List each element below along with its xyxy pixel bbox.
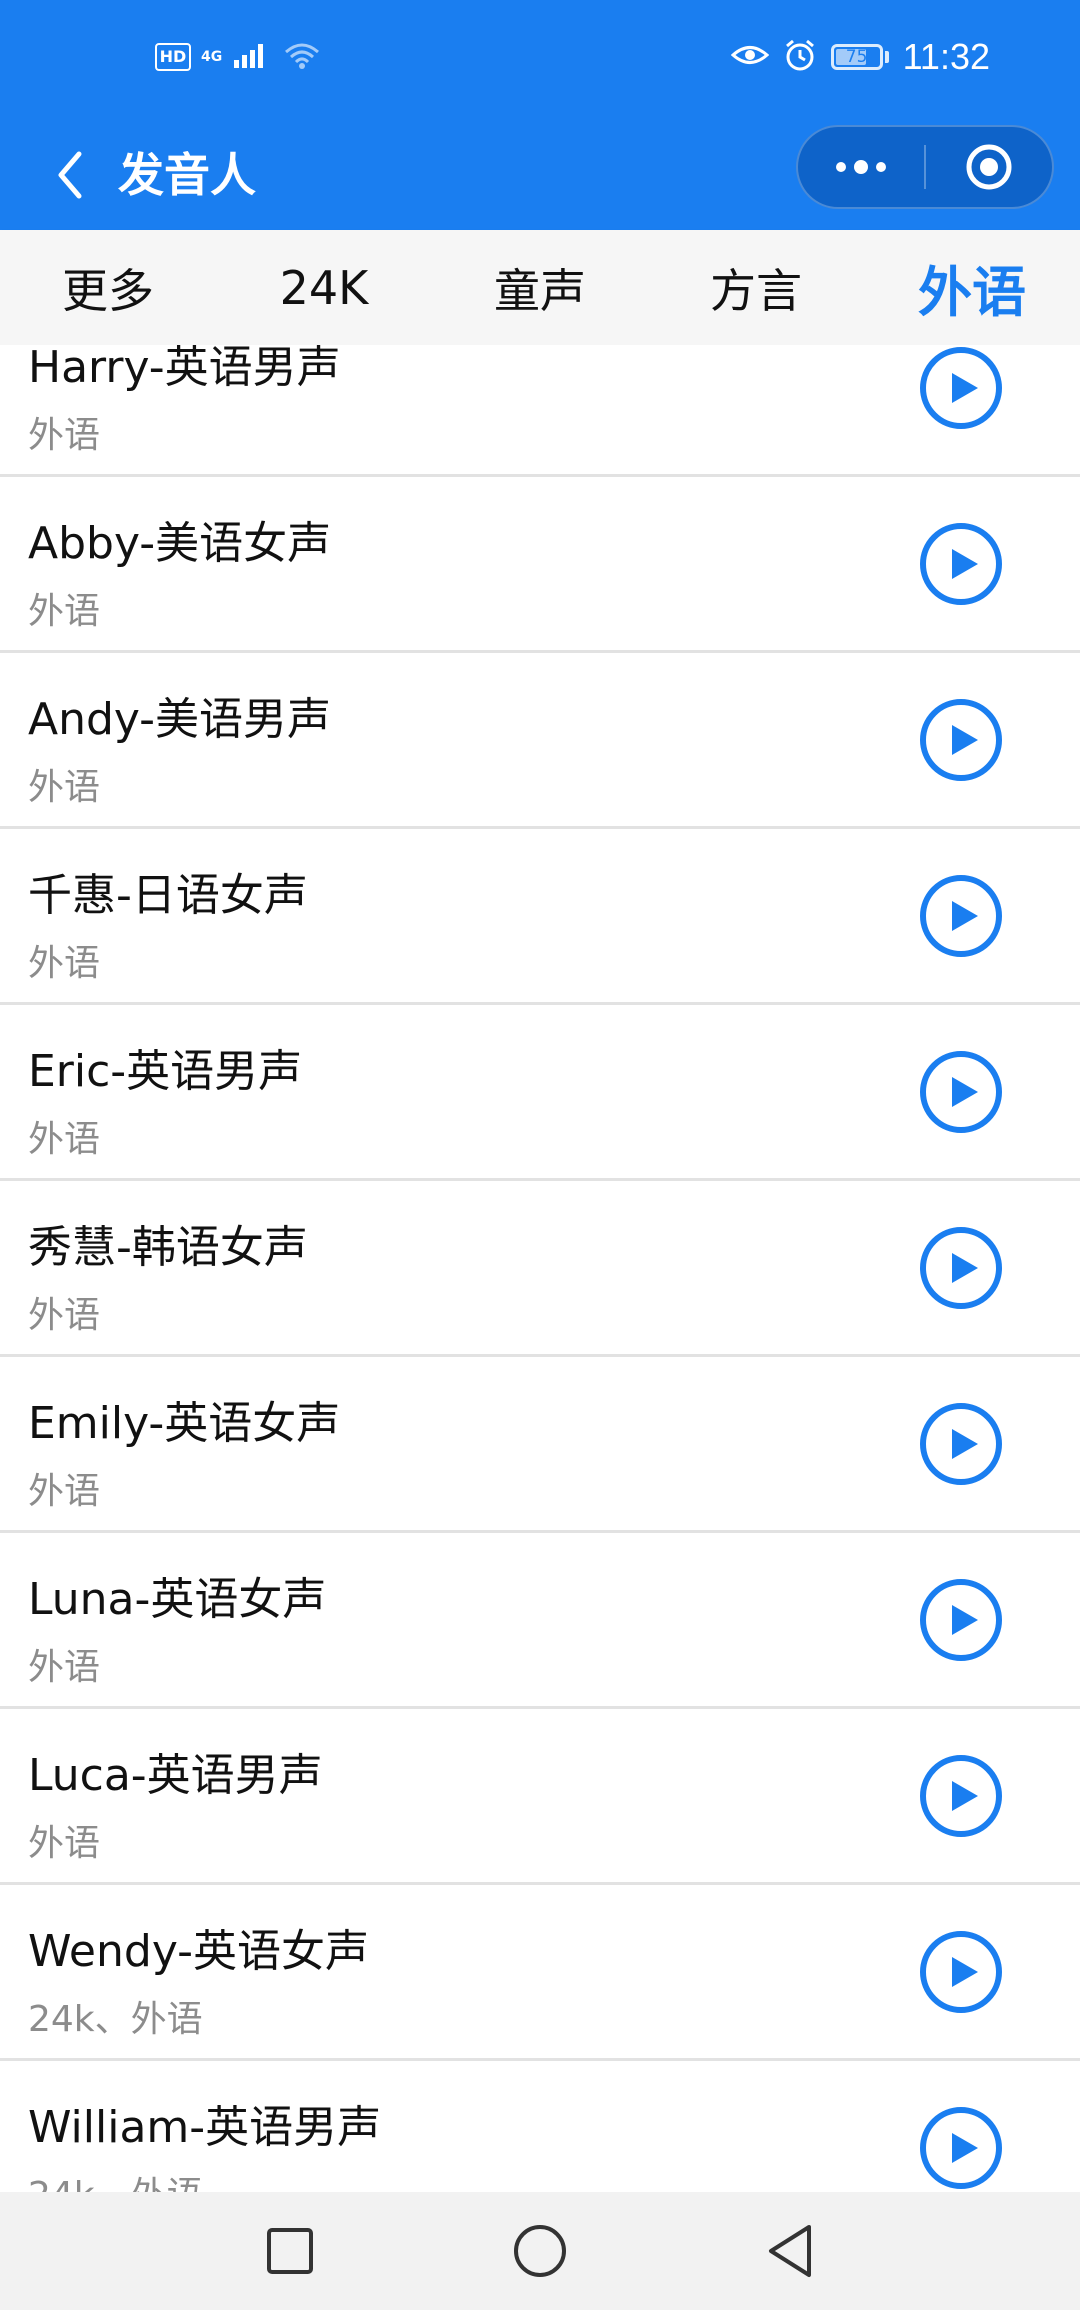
list-item[interactable]: Eric-英语男声 外语 (0, 1005, 1080, 1181)
voice-name: Wendy-英语女声 (28, 1926, 369, 1977)
status-time: 11:32 (902, 36, 990, 77)
play-icon[interactable] (918, 1225, 1004, 1311)
voice-tags: 外语 (28, 1119, 101, 1160)
voice-name: Luca-英语男声 (28, 1750, 323, 1801)
tab-more[interactable]: 更多 (0, 230, 216, 345)
play-icon[interactable] (918, 345, 1004, 431)
recent-apps-icon (267, 2228, 313, 2274)
voice-name: Emily-英语女声 (28, 1398, 341, 1449)
voice-name: Eric-英语男声 (28, 1046, 303, 1097)
voice-tags: 外语 (28, 1647, 101, 1688)
play-icon[interactable] (918, 2105, 1004, 2191)
list-item[interactable]: Harry-英语男声 外语 (0, 345, 1080, 477)
voice-name: Luna-英语女声 (28, 1574, 327, 1625)
status-bar: HD 4G 75 11:32 (0, 0, 1080, 125)
signal-icon (232, 40, 272, 74)
voice-tags: 24k、外语 (28, 2166, 203, 2192)
tab-child-voice[interactable]: 童声 (432, 230, 648, 345)
wifi-icon (282, 40, 322, 74)
home-icon (514, 2225, 566, 2277)
back-triangle-icon (769, 2225, 811, 2277)
play-icon[interactable] (918, 521, 1004, 607)
voice-name: Andy-美语男声 (28, 694, 332, 745)
alarm-icon (783, 38, 817, 76)
list-item[interactable]: Emily-英语女声 外语 (0, 1357, 1080, 1533)
list-item[interactable]: Wendy-英语女声 24k、外语 (0, 1885, 1080, 2061)
voice-name: 秀慧-韩语女声 (28, 1222, 308, 1273)
list-item[interactable]: William-英语男声 24k、外语 (0, 2061, 1080, 2192)
close-button[interactable] (926, 127, 1052, 207)
voice-tags: 外语 (28, 591, 101, 632)
tab-dialect[interactable]: 方言 (648, 230, 864, 345)
more-dots-icon (836, 160, 886, 174)
app-header: HD 4G 75 11:32 发音人 (0, 0, 1080, 230)
voice-list[interactable]: Harry-英语男声 外语 Abby-美语女声 外语 Andy-美语男声 外语 (0, 345, 1080, 2192)
voice-list-inner: Harry-英语男声 外语 Abby-美语女声 外语 Andy-美语男声 外语 (0, 345, 1080, 2192)
more-button[interactable] (798, 127, 924, 207)
play-icon[interactable] (918, 873, 1004, 959)
system-navigation-bar (0, 2192, 1080, 2310)
play-icon[interactable] (918, 1401, 1004, 1487)
voice-name: Abby-美语女声 (28, 518, 332, 569)
voice-tags: 外语 (28, 415, 101, 456)
battery-tip (884, 51, 889, 63)
tab-foreign[interactable]: 外语 (864, 230, 1080, 345)
chevron-left-icon (58, 151, 82, 199)
list-item[interactable]: Andy-美语男声 外语 (0, 653, 1080, 829)
list-item[interactable]: Luca-英语男声 外语 (0, 1709, 1080, 1885)
recent-apps-button[interactable] (250, 2211, 330, 2291)
status-right: 75 11:32 (730, 36, 990, 78)
voice-tags: 外语 (28, 1823, 101, 1864)
list-item[interactable]: Luna-英语女声 外语 (0, 1533, 1080, 1709)
mini-program-capsule (796, 125, 1054, 209)
voice-tags: 外语 (28, 1471, 101, 1512)
back-button[interactable] (40, 145, 100, 205)
battery-level: 75 (845, 47, 868, 67)
page-title: 发音人 (118, 148, 256, 202)
voice-name: Harry-英语男声 (28, 345, 341, 393)
hd-badge: HD (155, 43, 191, 71)
play-icon[interactable] (918, 697, 1004, 783)
battery-icon: 75 (830, 44, 883, 70)
play-icon[interactable] (918, 1577, 1004, 1663)
system-back-button[interactable] (750, 2211, 830, 2291)
play-icon[interactable] (918, 1753, 1004, 1839)
voice-name: William-英语男声 (28, 2102, 382, 2153)
navigation-bar: 发音人 (0, 125, 1080, 230)
list-item[interactable]: 秀慧-韩语女声 外语 (0, 1181, 1080, 1357)
eye-icon (730, 40, 769, 74)
play-icon[interactable] (918, 1049, 1004, 1135)
voice-tags: 24k、外语 (28, 1999, 203, 2040)
list-item[interactable]: 千惠-日语女声 外语 (0, 829, 1080, 1005)
target-close-icon (966, 144, 1012, 190)
play-icon[interactable] (918, 1929, 1004, 2015)
status-left: HD 4G (155, 40, 322, 74)
voice-tags: 外语 (28, 943, 101, 984)
category-tabs: 更多 24K 童声 方言 外语 (0, 230, 1080, 345)
home-button[interactable] (500, 2211, 580, 2291)
voice-name: 千惠-日语女声 (28, 870, 308, 921)
list-item[interactable]: Abby-美语女声 外语 (0, 477, 1080, 653)
voice-tags: 外语 (28, 767, 101, 808)
network-type: 4G (201, 49, 223, 65)
tab-24k[interactable]: 24K (216, 230, 432, 345)
voice-tags: 外语 (28, 1295, 101, 1336)
